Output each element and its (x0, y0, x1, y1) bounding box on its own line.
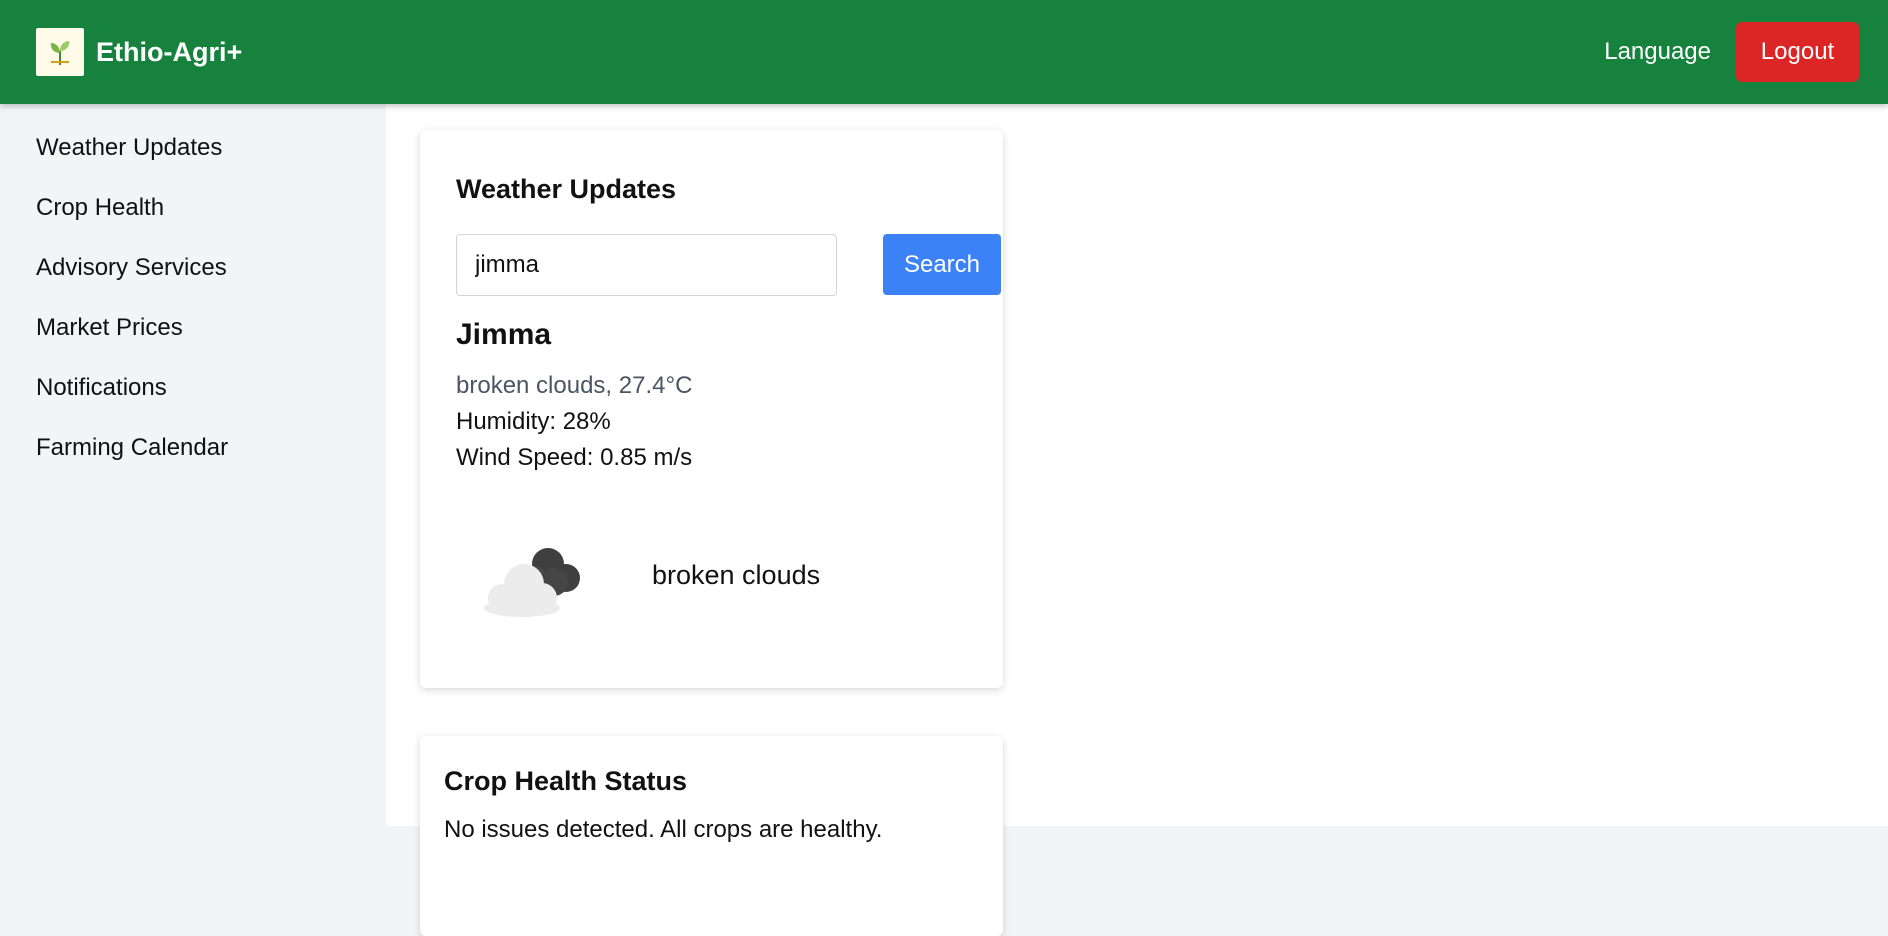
sidebar-menu: Weather Updates Crop Health Advisory Ser… (0, 104, 386, 490)
city-search-input[interactable] (456, 234, 837, 296)
sidebar-item-market-prices[interactable]: Market Prices (36, 310, 386, 370)
search-button[interactable]: Search (883, 234, 1001, 295)
main-content: Weather Updates Search Jimma broken clou… (386, 104, 1888, 936)
sidebar-item-advisory-services[interactable]: Advisory Services (36, 250, 386, 310)
sidebar: Weather Updates Crop Health Advisory Ser… (0, 104, 386, 826)
wind-speed-value: Wind Speed: 0.85 m/s (456, 444, 693, 471)
top-navbar: Ethio-Agri+ Language Logout (0, 0, 1888, 104)
weather-icon-label: broken clouds (652, 560, 821, 590)
city-name: Jimma (456, 318, 552, 351)
weather-card-title: Weather Updates (456, 174, 677, 204)
sidebar-item-notifications[interactable]: Notifications (36, 370, 386, 430)
weather-card: Weather Updates Search Jimma broken clou… (420, 130, 1003, 688)
weather-description: broken clouds, 27.4°C (456, 372, 693, 399)
sidebar-item-farming-calendar[interactable]: Farming Calendar (36, 430, 386, 490)
crop-health-message: No issues detected. All crops are health… (444, 816, 883, 843)
sidebar-item-weather-updates[interactable]: Weather Updates (36, 130, 386, 190)
header-actions: Language Logout (1604, 22, 1859, 82)
humidity-value: Humidity: 28% (456, 408, 611, 435)
crop-health-card: Crop Health Status No issues detected. A… (420, 736, 1003, 936)
sprout-logo-icon (36, 28, 84, 76)
sidebar-item-crop-health[interactable]: Crop Health (36, 190, 386, 250)
language-button[interactable]: Language (1604, 38, 1711, 66)
brand[interactable]: Ethio-Agri+ (36, 28, 242, 76)
crop-health-title: Crop Health Status (444, 766, 688, 796)
logout-button[interactable]: Logout (1736, 22, 1859, 82)
broken-clouds-icon (484, 548, 580, 617)
brand-name: Ethio-Agri+ (96, 36, 243, 67)
